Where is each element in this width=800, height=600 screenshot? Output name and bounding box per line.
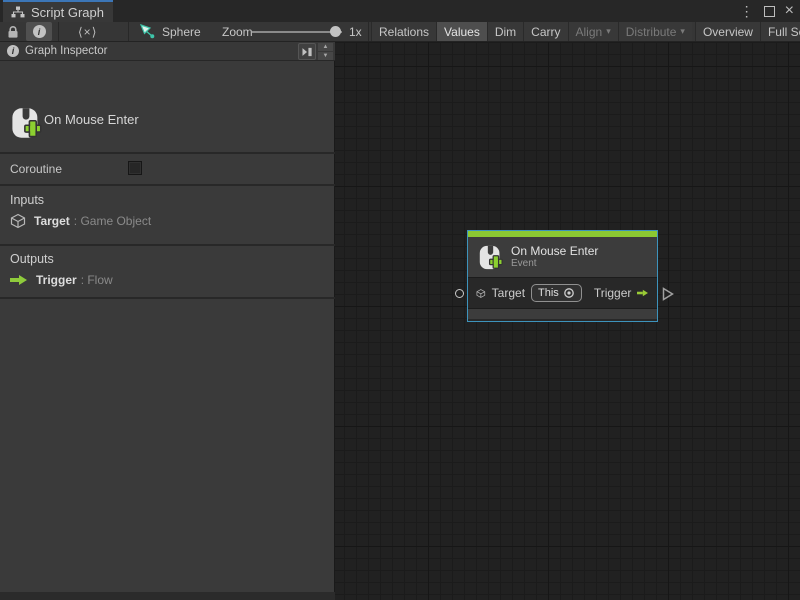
flow-arrow-icon	[637, 287, 649, 299]
coroutine-label: Coroutine	[10, 162, 62, 176]
carry-button[interactable]: Carry	[523, 22, 567, 41]
node-on-mouse-enter[interactable]: On Mouse Enter Event Target This	[467, 230, 658, 322]
distribute-dropdown[interactable]: Distribute ▾	[618, 22, 692, 41]
node-subtitle: Event	[511, 258, 598, 270]
target-picker-icon	[563, 287, 575, 299]
game-object-cube-icon	[476, 286, 486, 301]
zoom-value: 1x	[349, 25, 362, 39]
info-icon: i	[33, 25, 46, 38]
spinner-down-icon[interactable]: ▼	[318, 52, 333, 60]
selected-unit-title: On Mouse Enter	[44, 112, 139, 127]
mouse-event-icon	[10, 106, 42, 140]
full-screen-button[interactable]: Full Screen	[760, 22, 800, 41]
panel-spinner: ▲ ▼	[318, 43, 333, 60]
mouse-event-icon	[478, 244, 503, 271]
preview-code-button[interactable]: ⟨×⟩	[78, 22, 97, 41]
outputs-section-title: Outputs	[10, 252, 54, 266]
toolbar-buttons: Relations Values Dim Carry Align ▾ Distr…	[371, 22, 800, 41]
input-port-name: Target	[34, 214, 70, 228]
values-button[interactable]: Values	[436, 22, 487, 41]
panel-bottom-strip	[0, 592, 335, 600]
output-port-name: Trigger	[36, 273, 77, 287]
tab-script-graph[interactable]: Script Graph	[3, 0, 113, 22]
output-port-row: Trigger : Flow	[10, 273, 113, 287]
zoom-slider-track[interactable]	[252, 31, 342, 33]
game-object-cube-icon	[10, 213, 26, 229]
inputs-section-title: Inputs	[10, 193, 44, 207]
inspector-toggle-button[interactable]: i	[26, 22, 52, 41]
overview-button[interactable]: Overview	[695, 22, 760, 41]
coroutine-checkbox[interactable]	[128, 161, 142, 175]
node-footer	[468, 308, 657, 319]
output-port-type: : Flow	[81, 273, 113, 287]
relations-button[interactable]: Relations	[371, 22, 436, 41]
align-dropdown[interactable]: Align ▾	[568, 22, 618, 41]
node-output-label: Trigger	[594, 286, 632, 300]
node-ports-row: Target This Trigger	[468, 277, 657, 308]
code-icon: ⟨×⟩	[78, 25, 97, 39]
titlebar: Script Graph ⋮ ×	[0, 0, 800, 22]
this-value-chip[interactable]: This	[531, 284, 582, 302]
window-close-icon[interactable]: ×	[785, 0, 794, 22]
flow-arrow-icon	[10, 274, 28, 286]
node-input-port[interactable]	[455, 289, 464, 298]
window-menu-icon[interactable]: ⋮	[740, 0, 754, 22]
node-header[interactable]: On Mouse Enter Event	[468, 237, 657, 277]
node-input-label: Target	[492, 286, 525, 300]
dock-panel-button[interactable]	[298, 43, 316, 60]
graph-inspector-header: i Graph Inspector ▲ ▼	[0, 42, 335, 61]
dim-button[interactable]: Dim	[487, 22, 523, 41]
input-port-row: Target : Game Object	[10, 213, 151, 229]
graph-hierarchy-icon	[11, 6, 25, 18]
chevron-down-icon: ▾	[606, 26, 611, 37]
dock-right-icon	[302, 47, 313, 57]
graph-owner-label[interactable]: Sphere	[162, 25, 201, 39]
lock-icon[interactable]	[7, 22, 19, 41]
graph-canvas[interactable]: On Mouse Enter Event Target This	[335, 42, 800, 600]
spinner-up-icon[interactable]: ▲	[318, 43, 333, 51]
input-port-type: : Game Object	[74, 214, 151, 228]
zoom-label: Zoom	[222, 25, 253, 39]
zoom-slider-handle[interactable]	[330, 26, 341, 37]
tab-label: Script Graph	[31, 5, 104, 20]
toolbar: i ⟨×⟩ Sphere Zoom 1x Relations Values Di…	[0, 22, 800, 42]
node-output-port[interactable]	[662, 287, 674, 301]
unity-script-graph-window: Script Graph ⋮ × i ⟨×⟩	[0, 0, 800, 600]
info-icon: i	[7, 45, 19, 57]
node-title: On Mouse Enter	[511, 244, 598, 258]
graph-inspector-panel: i Graph Inspector ▲ ▼	[0, 42, 335, 592]
window-maximize-icon[interactable]	[764, 6, 775, 17]
inspector-title: Graph Inspector	[25, 45, 107, 57]
script-machine-icon	[140, 24, 155, 39]
chevron-down-icon: ▾	[680, 26, 685, 37]
